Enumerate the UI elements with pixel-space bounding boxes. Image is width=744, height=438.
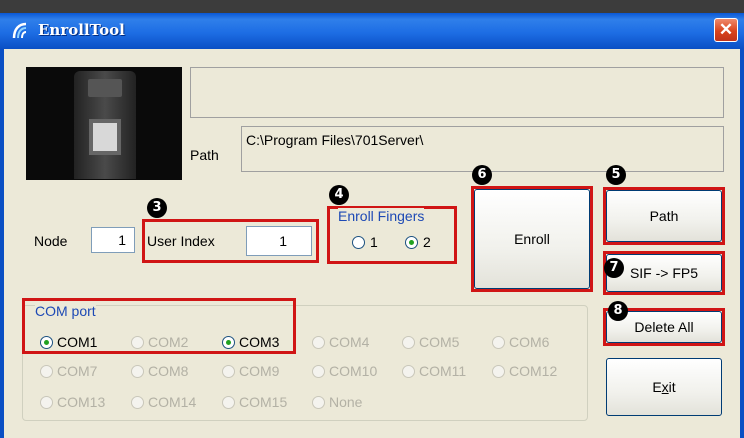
com-label-com15: COM15 (239, 394, 288, 410)
com-label-com7: COM7 (57, 363, 98, 379)
reader-display (88, 79, 122, 97)
title-bar[interactable]: EnrollTool ✕ (0, 13, 744, 49)
exit-label-post: it (668, 379, 676, 395)
com-radio-com6[interactable] (492, 336, 505, 349)
com-label-com2: COM2 (148, 334, 189, 350)
com-radio-com12[interactable] (492, 365, 505, 378)
callout-badge-8: 8 (608, 301, 628, 321)
callout-box-6 (471, 186, 593, 292)
com-radio-com8[interactable] (131, 365, 144, 378)
com-radio-com4[interactable] (312, 336, 325, 349)
callout-badge-3: 3 (147, 198, 167, 218)
user-index-label: User Index (147, 233, 215, 249)
callout-box-5 (603, 187, 725, 245)
com-port-label: COM port (35, 303, 96, 319)
enroll-fingers-2-radio[interactable] (405, 236, 418, 249)
app-icon (12, 22, 27, 39)
com-label-com4: COM4 (329, 334, 370, 350)
close-icon: ✕ (718, 20, 734, 39)
com-radio-com9[interactable] (222, 365, 235, 378)
com-label-com6: COM6 (509, 334, 550, 350)
close-button[interactable]: ✕ (714, 18, 738, 42)
com-radio-com5[interactable] (402, 336, 415, 349)
enroll-fingers-label: Enroll Fingers (338, 208, 425, 224)
com-label-com5: COM5 (419, 334, 460, 350)
com-radio-none[interactable] (312, 396, 325, 409)
enrolltool-window: EnrollTool ✕ Path C:\Program Files\701Se… (0, 0, 744, 438)
com-label-com11: COM11 (419, 363, 467, 379)
com-label-com1: COM1 (57, 334, 98, 350)
callout-badge-4: 4 (329, 185, 349, 205)
enroll-fingers-2-label: 2 (423, 234, 431, 250)
fingerprint-reader-photo (26, 67, 182, 180)
node-input[interactable]: 1 (91, 227, 135, 253)
status-display (190, 67, 724, 118)
exit-mnemonic: x (661, 379, 669, 395)
window-title: EnrollTool (38, 21, 125, 39)
node-label: Node (34, 233, 68, 249)
com-label-none: None (329, 394, 363, 410)
reader-sensor (89, 119, 121, 155)
com-radio-com7[interactable] (40, 365, 53, 378)
com-radio-com14[interactable] (131, 396, 144, 409)
callout-badge-6: 6 (472, 165, 492, 185)
com-radio-com11[interactable] (402, 365, 415, 378)
path-label: Path (190, 147, 219, 163)
com-label-com14: COM14 (148, 394, 197, 410)
com-radio-com10[interactable] (312, 365, 325, 378)
com-radio-com15[interactable] (222, 396, 235, 409)
com-radio-com13[interactable] (40, 396, 53, 409)
com-label-com13: COM13 (57, 394, 106, 410)
user-index-input[interactable]: 1 (246, 226, 312, 256)
enroll-fingers-1-label: 1 (370, 234, 378, 250)
exit-label-pre: E (652, 379, 662, 395)
com-radio-com3[interactable] (222, 336, 235, 349)
callout-badge-7: 7 (604, 258, 624, 278)
com-label-com8: COM8 (148, 363, 189, 379)
enroll-fingers-1-radio[interactable] (352, 236, 365, 249)
exit-button[interactable]: Exit (606, 358, 722, 416)
com-label-com3: COM3 (239, 334, 280, 350)
screen-top-strip (0, 0, 744, 13)
com-radio-com1[interactable] (40, 336, 53, 349)
com-label-com10: COM10 (329, 363, 378, 379)
callout-badge-5: 5 (606, 165, 626, 185)
window-border-right (740, 49, 744, 438)
com-label-com9: COM9 (239, 363, 280, 379)
com-label-com12: COM12 (509, 363, 558, 379)
com-radio-com2[interactable] (131, 336, 144, 349)
